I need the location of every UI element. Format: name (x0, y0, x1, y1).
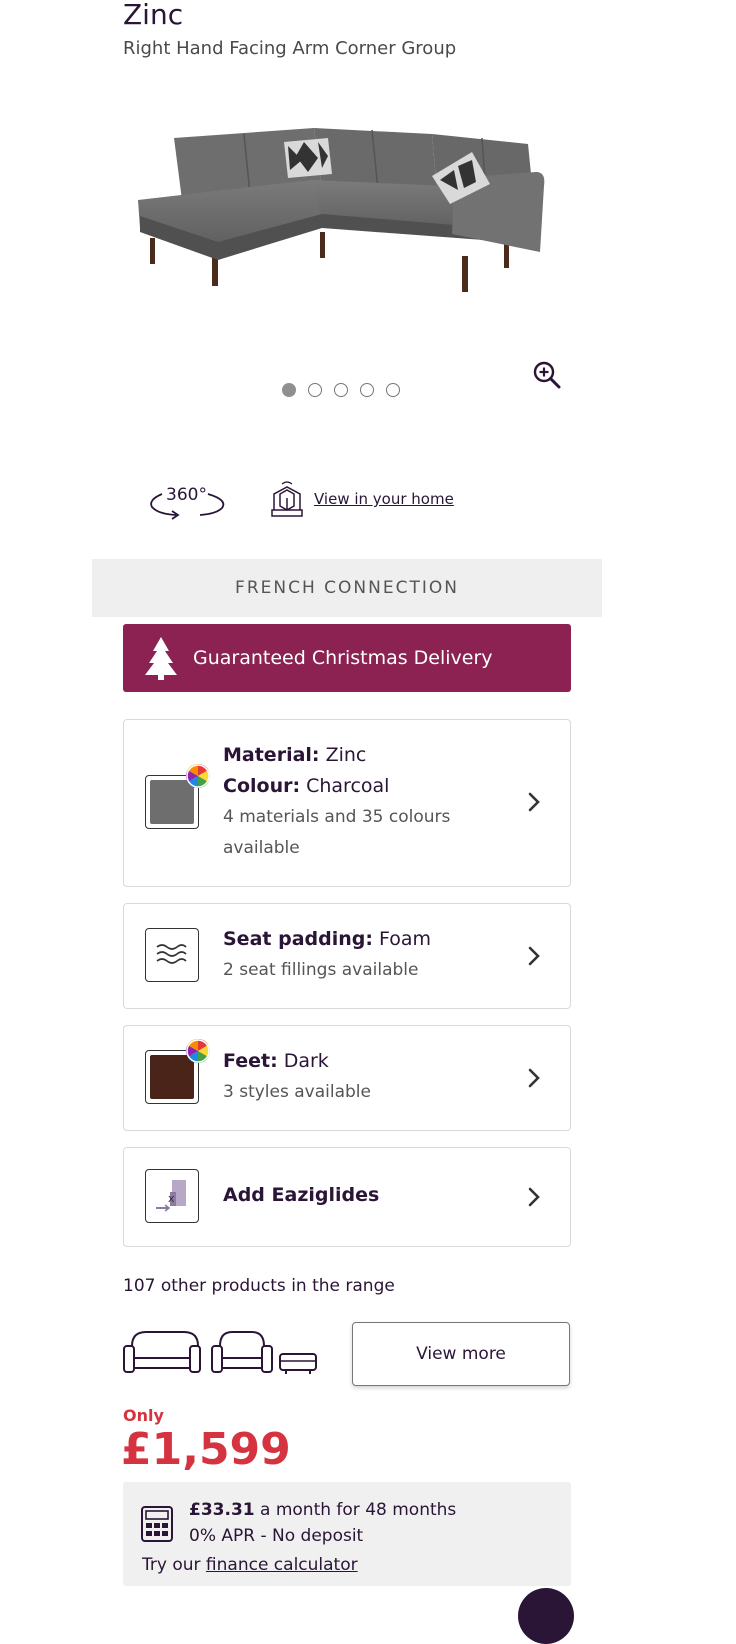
corner-sofa-image[interactable] (132, 120, 562, 310)
finance-box: £33.31 a month for 48 months 0% APR - No… (123, 1482, 571, 1586)
range-count-text: 107 other products in the range (123, 1276, 395, 1296)
feet-swatch (145, 1039, 210, 1104)
brand-banner: FRENCH CONNECTION (92, 559, 602, 617)
eaziglides-line: Add Eaziglides (223, 1180, 510, 1211)
calculator-icon (141, 1506, 173, 1542)
view-in-home-link[interactable]: View in your home (270, 480, 454, 518)
material-value: Zinc (325, 744, 367, 766)
colour-wheel-icon (186, 764, 210, 788)
gallery-pagination (282, 383, 400, 397)
footstool-icon (279, 1353, 317, 1374)
gallery-dot[interactable] (386, 383, 400, 397)
padding-thumb (145, 928, 199, 982)
material-note-2: available (223, 838, 300, 858)
brand-name: FRENCH CONNECTION (235, 578, 459, 598)
material-swatch (145, 764, 210, 829)
eaziglides-icon: x (156, 1180, 186, 1212)
gallery-dot[interactable] (360, 383, 374, 397)
seat-padding-option-card[interactable]: Seat padding: Foam 2 seat fillings avail… (123, 903, 571, 1009)
colour-wheel-icon (186, 1039, 210, 1063)
360-label: 360° (166, 485, 207, 505)
finance-calculator-link[interactable]: finance calculator (206, 1555, 358, 1575)
view-more-button[interactable]: View more (352, 1322, 570, 1386)
padding-note: 2 seat fillings available (223, 960, 419, 980)
feet-line: Feet: Dark (223, 1046, 510, 1077)
view-in-home-label: View in your home (314, 490, 454, 508)
material-note: 4 materials and 35 colours (223, 807, 451, 827)
finance-amount: £33.31 (189, 1500, 255, 1520)
finance-try-label: Try our (142, 1555, 201, 1575)
eaziglides-label: Add Eaziglides (223, 1184, 380, 1206)
sofa-icon (123, 1331, 201, 1373)
colour-label: Colour: (223, 775, 301, 797)
chevron-right-icon (528, 1068, 540, 1088)
feet-label: Feet: (223, 1050, 278, 1072)
eaziglides-option-card[interactable]: x Add Eaziglides (123, 1147, 571, 1247)
christmas-delivery-banner: Guaranteed Christmas Delivery (123, 624, 571, 692)
colour-line: Colour: Charcoal (223, 771, 510, 802)
feet-option-card[interactable]: Feet: Dark 3 styles available (123, 1025, 571, 1131)
price: £1,599 (121, 1424, 291, 1475)
eaziglides-thumb: x (145, 1169, 199, 1223)
material-line: Material: Zinc (223, 740, 510, 771)
finance-try: Try our finance calculator (142, 1555, 358, 1575)
material-label: Material: (223, 744, 320, 766)
material-option-card[interactable]: Material: Zinc Colour: Charcoal 4 materi… (123, 719, 571, 887)
chevron-right-icon (528, 1187, 540, 1207)
zoom-in-icon[interactable] (532, 360, 562, 390)
feet-value: Dark (283, 1050, 329, 1072)
padding-line: Seat padding: Foam (223, 924, 510, 955)
range-furniture-icons (123, 1331, 317, 1374)
gallery-dot[interactable] (308, 383, 322, 397)
price-prefix: Only (123, 1406, 164, 1425)
colour-value: Charcoal (306, 775, 390, 797)
padding-label: Seat padding: (223, 928, 373, 950)
chevron-right-icon (528, 946, 540, 966)
product-subtitle: Right Hand Facing Arm Corner Group (123, 38, 457, 59)
finance-monthly: £33.31 a month for 48 months (189, 1500, 456, 1520)
chat-button[interactable] (518, 1588, 574, 1644)
svg-text:x: x (168, 1192, 175, 1205)
finance-term: a month for 48 months (260, 1500, 457, 1520)
360-view-icon[interactable]: 360° (146, 480, 230, 522)
padding-value: Foam (379, 928, 432, 950)
gallery-dot[interactable] (282, 383, 296, 397)
armchair-icon (211, 1331, 273, 1373)
ar-box-icon (271, 481, 303, 517)
foam-waves-icon (156, 944, 187, 964)
christmas-tree-icon (145, 637, 177, 680)
finance-apr: 0% APR - No deposit (189, 1526, 364, 1546)
chevron-right-icon (528, 792, 540, 812)
gallery-dot[interactable] (334, 383, 348, 397)
feet-note: 3 styles available (223, 1082, 371, 1102)
christmas-delivery-label: Guaranteed Christmas Delivery (193, 647, 493, 669)
product-title: Zinc (123, 0, 184, 31)
